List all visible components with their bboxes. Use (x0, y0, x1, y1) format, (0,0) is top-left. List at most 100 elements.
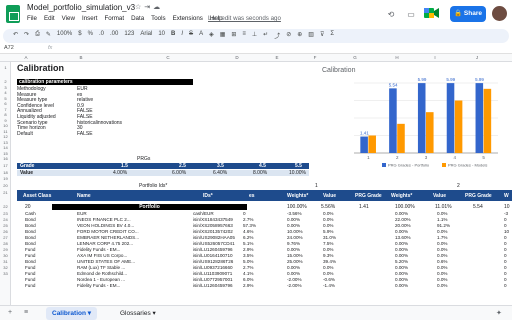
number-format-button[interactable]: 123 (124, 31, 134, 40)
menu-format[interactable]: Format (104, 15, 124, 22)
col-header-g[interactable]: G (340, 55, 370, 60)
filter-icon[interactable]: ⊽ (320, 31, 324, 40)
redo-icon[interactable]: ↷ (24, 31, 29, 40)
move-icon[interactable]: ⇥ (144, 4, 153, 11)
wrap-icon[interactable]: ↵ (263, 31, 268, 40)
row-header[interactable]: 25 (0, 223, 11, 228)
document-title[interactable]: Model_portfolio_simulation_v3 (27, 3, 135, 12)
calibration-chart[interactable]: Calibration 1.41 1 5.54 2 5.99 3 5.99 4 5.99 5 PRG… (320, 67, 510, 177)
row-header[interactable]: 16 (0, 156, 11, 161)
col-header-a[interactable]: A (14, 55, 38, 60)
tab-calibration[interactable]: Calibration ▾ (46, 307, 98, 320)
zoom-select[interactable]: 100% (57, 31, 72, 40)
menu-edit[interactable]: Edit (44, 15, 55, 22)
valign-icon[interactable]: ⊥ (252, 31, 257, 40)
col-header-d[interactable]: D (222, 55, 252, 60)
col-header-i[interactable]: I (420, 55, 450, 60)
link-icon[interactable]: ⊘ (286, 31, 291, 40)
currency-button[interactable]: $ (78, 31, 81, 40)
history-icon[interactable]: ⟲ (384, 8, 398, 22)
star-icon[interactable]: ☆ (135, 4, 144, 11)
row-header[interactable]: 4 (0, 90, 11, 95)
borders-icon[interactable]: ▦ (220, 31, 226, 40)
menu-insert[interactable]: Insert (82, 15, 97, 22)
row-header[interactable]: 6 (0, 101, 11, 106)
print-icon[interactable]: ⎙ (35, 31, 40, 40)
title-icons[interactable]: ☆⇥☁ (135, 3, 163, 11)
cloud-icon[interactable]: ☁ (153, 4, 163, 11)
col-header-h[interactable]: H (382, 55, 412, 60)
share-button[interactable]: 🔒 Share (450, 6, 486, 22)
font-select[interactable]: Arial (140, 31, 152, 40)
col-header-b[interactable]: B (56, 55, 106, 60)
meet-icon[interactable] (424, 7, 440, 19)
row-header[interactable]: 31 (0, 259, 11, 264)
row-header[interactable]: 22 (0, 204, 11, 209)
row-header[interactable]: 8 (0, 112, 11, 117)
row-header[interactable]: 30 (0, 253, 11, 258)
sheet-grid[interactable]: Calibration calibration parameters Metho… (11, 62, 512, 308)
menu-data[interactable]: Data (131, 15, 144, 22)
th-es: es (249, 193, 255, 199)
rotate-icon[interactable]: ⤴ (274, 31, 280, 40)
row-header[interactable]: 21 (0, 190, 11, 195)
increase-decimals-button[interactable]: .00 (110, 31, 118, 40)
col-header-e[interactable]: E (262, 55, 292, 60)
col-header-c[interactable]: C (148, 55, 188, 60)
merge-icon[interactable]: ⊞ (231, 31, 236, 40)
row-header[interactable]: 18 (0, 170, 11, 175)
param-value: historicalinnovations (77, 119, 123, 126)
strikethrough-icon[interactable]: S (189, 31, 193, 40)
undo-icon[interactable]: ↶ (13, 31, 18, 40)
row-header[interactable]: 14 (0, 145, 11, 150)
decrease-decimals-button[interactable]: .0 (99, 31, 104, 40)
tab-glossaries[interactable]: Glossaries ▾ (114, 307, 162, 320)
percent-button[interactable]: % (88, 31, 93, 40)
lock-icon: 🔒 (454, 10, 463, 17)
font-size-input[interactable]: 10 (158, 31, 165, 40)
chart-icon[interactable]: ▥ (308, 31, 314, 40)
table-row[interactable]: Fund Fidelity Funds - EM... isin/LU1260459… (17, 283, 512, 289)
row-header[interactable]: 23 (0, 211, 11, 216)
col-header-j[interactable]: J (462, 55, 492, 60)
add-sheet-icon[interactable]: + (8, 309, 12, 316)
paint-format-icon[interactable]: ✎ (46, 31, 51, 40)
row-header[interactable]: 32 (0, 265, 11, 270)
row-header[interactable]: 10 (0, 123, 11, 128)
align-icon[interactable]: ≡ (242, 31, 246, 40)
menu-view[interactable]: View (62, 15, 75, 22)
th-prg-grade-1: PRG Grade (355, 193, 382, 199)
row-header[interactable]: 33 (0, 271, 11, 276)
row-header[interactable]: 20 (0, 183, 11, 188)
grade-5: 5.5 (295, 163, 302, 169)
row-header[interactable]: 12 (0, 134, 11, 139)
sheets-logo-icon[interactable] (6, 5, 20, 23)
row-header[interactable]: 27 (0, 235, 11, 240)
comment-icon[interactable]: ▭ (404, 8, 418, 22)
last-edit-link[interactable]: Last edit was seconds ago (208, 15, 281, 22)
row-header[interactable]: 19 (0, 176, 11, 181)
comment-add-icon[interactable]: ⊕ (297, 31, 302, 40)
all-sheets-icon[interactable]: ≡ (24, 309, 28, 316)
menu-file[interactable]: File (27, 15, 37, 22)
explore-icon[interactable]: ✦ (496, 309, 502, 317)
text-color-icon[interactable]: A (199, 31, 203, 40)
col-header-f[interactable]: F (300, 55, 330, 60)
row-header[interactable]: 17 (0, 163, 11, 168)
row-header[interactable]: 26 (0, 229, 11, 234)
row-header[interactable]: 1 (0, 65, 11, 70)
menu-extensions[interactable]: Extensions (173, 15, 203, 22)
menu-tools[interactable]: Tools (151, 15, 165, 22)
bold-icon[interactable]: B (171, 31, 175, 40)
row-header[interactable]: 29 (0, 247, 11, 252)
row-header[interactable]: 24 (0, 217, 11, 222)
row-header[interactable]: 2 (0, 79, 11, 84)
table-cell-es: 2.9% (243, 283, 254, 288)
fill-color-icon[interactable]: ◈ (209, 31, 214, 40)
name-box[interactable]: A72 (4, 45, 14, 51)
grade-row: Grade 1.5 2.5 3.5 4.5 5.5 (17, 163, 309, 169)
functions-icon[interactable]: Σ (330, 31, 334, 40)
italic-icon[interactable]: I (181, 31, 183, 40)
avatar[interactable] (492, 6, 507, 21)
row-header[interactable]: 28 (0, 241, 11, 246)
